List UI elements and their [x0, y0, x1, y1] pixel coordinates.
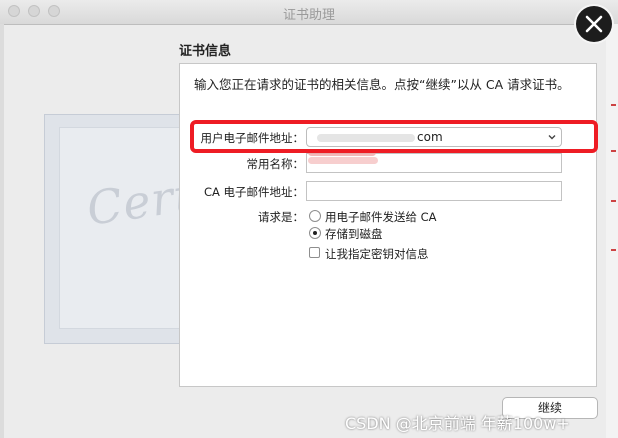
radio-email-ca[interactable] — [309, 210, 321, 222]
watermark: CSDN @北京前端 年薪100w+ — [345, 414, 570, 433]
request-label: 请求是： — [258, 210, 304, 224]
name-label: 常用名称： — [246, 157, 305, 171]
window-title: 证书助理 — [282, 8, 335, 23]
highlight-annotation — [190, 120, 598, 153]
background-mark — [611, 249, 616, 251]
ca-email-field[interactable] — [306, 181, 562, 201]
background-mark — [611, 200, 616, 202]
checkbox-specify-keypair[interactable] — [309, 247, 320, 258]
close-overlay-button[interactable] — [576, 6, 612, 42]
close-icon — [585, 15, 603, 33]
option-email-ca-label: 用电子邮件发送给 CA — [325, 210, 437, 224]
left-background-strip — [0, 24, 4, 438]
specify-keypair-label: 让我指定密钥对信息 — [325, 247, 429, 261]
option-save-disk-label: 存储到磁盘 — [325, 227, 383, 241]
ca-email-label: CA 电子邮件地址： — [203, 185, 304, 199]
background-mark — [611, 150, 616, 152]
radio-save-disk[interactable] — [309, 227, 321, 239]
form-panel: 输入您正在请求的证书的相关信息。点按“继续”以从 CA 请求证书。 用户电子邮件… — [179, 63, 597, 387]
intro-text: 输入您正在请求的证书的相关信息。点按“继续”以从 CA 请求证书。 — [194, 77, 570, 92]
section-title: 证书信息 — [179, 44, 232, 59]
right-background-strip — [606, 24, 618, 438]
title-bar: 证书助理 — [0, 0, 618, 25]
redaction-mark — [308, 157, 378, 164]
background-mark — [611, 104, 616, 106]
